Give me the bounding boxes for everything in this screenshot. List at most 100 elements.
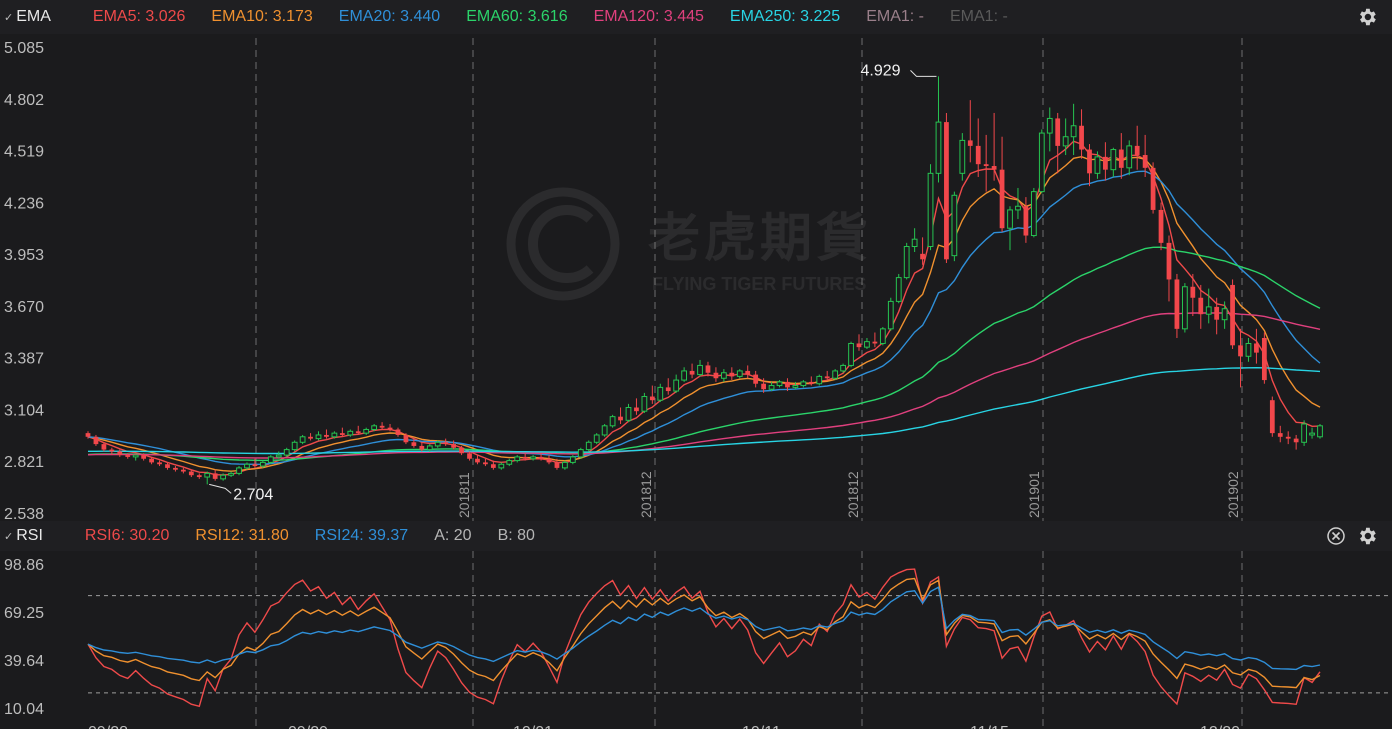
candle-body (991, 166, 997, 170)
candle-body (967, 140, 973, 146)
rsi-y-tick-label: 39.64 (4, 653, 44, 670)
candle-body (467, 453, 472, 459)
candle (157, 460, 162, 467)
ema-candlestick-chart[interactable]: 老虎期貨 FLYING TIGER FUTURES 5.085 4.802 4.51… (0, 34, 1392, 521)
candle (657, 383, 664, 403)
candle-body (1007, 209, 1013, 229)
y-tick-label: 3.670 (4, 299, 44, 316)
candle-body (411, 442, 417, 446)
candle (1023, 197, 1029, 243)
watermark-cn: 老虎期貨 (648, 210, 872, 268)
candle-body (785, 381, 790, 388)
candle (569, 455, 576, 465)
ema-legend-item: EMA1: - (866, 8, 924, 25)
candle-body (895, 277, 902, 302)
candle (1269, 396, 1275, 437)
candle-body (1205, 306, 1212, 315)
candle (236, 466, 242, 476)
candle (204, 471, 211, 485)
candle-body (331, 432, 338, 438)
candle (649, 385, 655, 404)
candle-body (713, 372, 719, 379)
candle (879, 327, 886, 346)
y-tick-label: 4.802 (4, 92, 44, 109)
ema-line-ema250 (88, 366, 1321, 455)
candle (1285, 431, 1291, 445)
candle (720, 369, 727, 382)
candle-body (363, 428, 370, 434)
candle-body (149, 458, 154, 463)
candle-body (1103, 156, 1108, 170)
candle (1301, 420, 1307, 446)
rsi-line-rsi12 (87, 577, 1321, 689)
candle-body (887, 300, 894, 330)
candle-body (911, 238, 918, 248)
candle-body (681, 370, 688, 381)
candle (935, 76, 942, 183)
ema-line-ema120 (87, 312, 1321, 459)
candle-body (1046, 117, 1053, 134)
candle-body (1245, 342, 1252, 357)
candle-body (634, 407, 639, 412)
candle (1261, 332, 1267, 384)
candle (498, 462, 505, 470)
candle-body (1158, 209, 1164, 243)
gear-icon[interactable] (1356, 525, 1378, 547)
candle-body (1254, 343, 1259, 353)
candle (546, 455, 552, 465)
candle-body (745, 370, 751, 375)
candle-body (355, 431, 361, 434)
candle (299, 434, 306, 445)
candle (618, 407, 623, 424)
candle-body (101, 444, 107, 450)
candle (959, 133, 966, 181)
candle-body (761, 383, 766, 390)
candle-body (204, 472, 211, 478)
candle-body (236, 467, 242, 474)
candle (1317, 423, 1323, 439)
ema-indicator-name[interactable]: EMA (4, 8, 51, 26)
candle (363, 427, 370, 435)
rsi-x-label: 10/11 (742, 724, 781, 729)
candle (562, 460, 568, 470)
candle (506, 458, 513, 467)
candle (1110, 147, 1117, 177)
watermark-en: FLYING TIGER FUTURES (652, 274, 866, 294)
candle-body (403, 434, 409, 443)
candle-body (291, 441, 298, 451)
candle (864, 337, 870, 349)
candle-body (1261, 337, 1267, 381)
candle-body (475, 458, 480, 463)
candle-body (173, 467, 178, 470)
candle-body (697, 364, 703, 376)
candle (1038, 129, 1045, 194)
gear-icon[interactable] (1356, 6, 1378, 28)
candle-body (1150, 167, 1156, 210)
candle (1126, 140, 1133, 176)
x-period-label: 201902 (1225, 471, 1241, 518)
candle-body (848, 342, 854, 366)
candle (308, 433, 313, 441)
candle (1181, 283, 1188, 333)
candle-body (935, 121, 942, 174)
rsi-chart[interactable]: 98.86 69.25 39.64 10.04 09/28 09/29 10/01 10/1… (0, 551, 1392, 729)
candle-body (776, 381, 783, 387)
rsi-indicator-name[interactable]: RSI (4, 527, 43, 545)
candle-body (1079, 125, 1084, 150)
candle-body (196, 475, 202, 478)
candle (856, 334, 862, 351)
candle-body (252, 464, 258, 467)
candle-body (522, 456, 528, 459)
candle-body (1055, 118, 1061, 146)
candle-body (514, 456, 521, 462)
candle-body (753, 374, 759, 384)
candle (975, 118, 981, 177)
ema-legend-item: EMA20: 3.440 (338, 8, 441, 25)
watermark: 老虎期貨 FLYING TIGER FUTURES (506, 187, 872, 301)
candle (1158, 202, 1164, 251)
close-circle-icon[interactable] (1326, 526, 1346, 546)
candle-body (856, 343, 862, 348)
candle-body (117, 451, 123, 456)
candle-body (840, 364, 846, 372)
candle-body (832, 370, 839, 379)
